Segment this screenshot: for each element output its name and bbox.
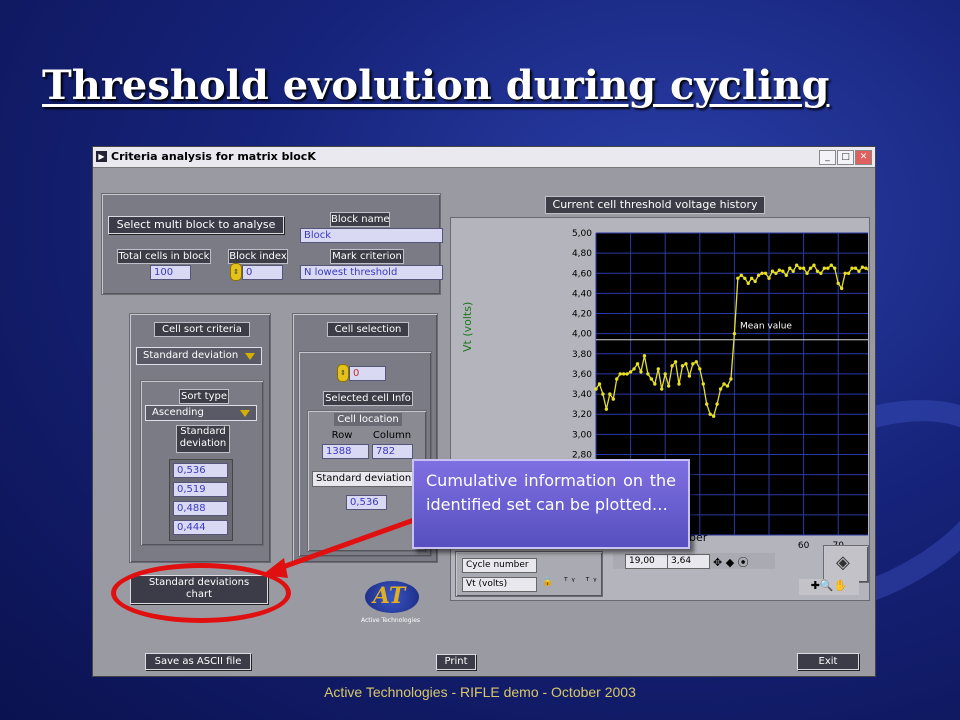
slide-footer: Active Technologies - RIFLE demo - Octob…: [324, 684, 636, 700]
pointer-arrow: [262, 517, 415, 578]
arrow-head: [262, 558, 288, 578]
callout-box: Cumulative information on the identified…: [412, 459, 690, 549]
arrow-line: [279, 517, 415, 571]
